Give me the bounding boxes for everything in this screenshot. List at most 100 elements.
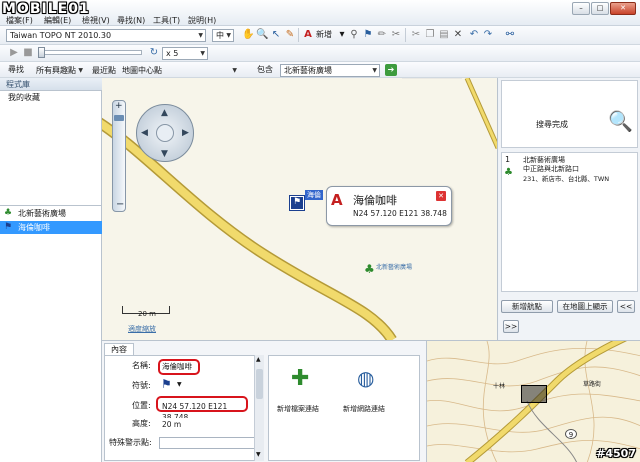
zoom-thumb[interactable] [114, 115, 124, 121]
delete-icon[interactable]: ✕ [452, 29, 464, 41]
height-field[interactable]: 20 m [159, 418, 255, 430]
library-panel: 程式庫 我的收藏 ♣ 北新藝術廣場 ⚑ 海倫咖啡 [0, 78, 102, 462]
playback-slider[interactable] [38, 47, 142, 58]
list-item[interactable]: 1 ♣ 北新藝術廣場 中正路與北新路口 231、新店市、台北縣、TWN [502, 153, 637, 187]
stop-icon[interactable]: ■ [22, 47, 34, 59]
redo-icon[interactable]: ↷ [482, 29, 494, 41]
pan-up-icon[interactable]: ▲ [161, 108, 168, 118]
pan-down-icon[interactable]: ▼ [161, 149, 168, 159]
overview-map[interactable]: 十林 草路街 9 [426, 340, 640, 462]
minimize-icon[interactable]: – [572, 2, 590, 15]
pan-right-icon[interactable]: ▶ [182, 128, 189, 138]
menu-edit[interactable]: 編輯(E) [44, 15, 71, 26]
undo-icon[interactable]: ↶ [468, 29, 480, 41]
speed-select[interactable]: x 5 ▼ [162, 47, 208, 60]
waypoint-icon: A [331, 191, 343, 209]
search-query-input[interactable]: 北新藝術廣場 ▼ [280, 64, 380, 77]
zoom-in-icon[interactable]: + [115, 101, 123, 111]
close-window-icon[interactable]: ✕ [610, 2, 636, 15]
scrollbar-thumb[interactable] [256, 369, 263, 399]
zoom-slider[interactable]: + − [112, 100, 126, 212]
pan-left-icon[interactable]: ◀ [141, 128, 148, 138]
copy-icon[interactable]: ❐ [424, 29, 436, 41]
paste-icon[interactable]: ▤ [438, 29, 450, 41]
track-icon[interactable]: ⚑ [362, 29, 374, 41]
chevron-down-icon: ▼ [232, 67, 237, 74]
chevron-down-icon[interactable]: ▼ [256, 451, 261, 458]
go-arrow-icon[interactable]: ➔ [385, 64, 397, 76]
divider [0, 205, 102, 206]
prev-button[interactable]: << [617, 300, 635, 313]
globe-icon: ◍ [357, 366, 375, 390]
category-select[interactable]: 所有興趣點 ▼ [32, 64, 86, 77]
flag-icon: ⚑ [4, 222, 13, 232]
highlight-box [156, 396, 248, 412]
contains-label: 包含 [257, 65, 273, 74]
search-status-box: 搜尋完成 🔍 [501, 80, 638, 148]
menu-tools[interactable]: 工具(T) [153, 15, 180, 26]
popup-coords: N24 57.120 E121 38.748 [353, 209, 447, 218]
next-button[interactable]: >> [503, 320, 519, 333]
menu-bar: MOBILE01 檔案(F) 編輯(E) 檢視(V) 尋找(N) 工具(T) 說… [0, 0, 640, 26]
position-label: 位置: [132, 401, 151, 410]
chevron-down-icon: ▼ [200, 50, 205, 57]
tools-icon[interactable]: ✂ [390, 29, 402, 41]
fit-zoom-link[interactable]: 適度縮放 [128, 324, 156, 334]
favorites-item[interactable]: 我的收藏 [0, 91, 102, 104]
measure-icon[interactable]: ✎ [284, 29, 296, 41]
menu-help[interactable]: 說明(H) [188, 15, 216, 26]
map-product-select[interactable]: Taiwan TOPO NT 2010.30 ▼ [6, 29, 206, 42]
detail-level-select[interactable]: 中 ▼ [212, 29, 234, 42]
tree-icon[interactable]: ♣ [364, 262, 375, 276]
chevron-up-icon[interactable]: ▲ [256, 356, 261, 363]
maximize-icon[interactable]: □ [591, 2, 609, 15]
show-on-map-button[interactable]: 在地圖上顯示 [557, 300, 613, 313]
playback-toolbar: ▶ ■ ↻ x 5 ▼ [0, 45, 640, 62]
menu-view[interactable]: 檢視(V) [82, 15, 110, 26]
flag-icon[interactable]: ⚑ [161, 377, 172, 391]
chevron-down-icon[interactable]: ▾ [336, 29, 348, 41]
proximity-field[interactable] [159, 437, 255, 449]
map-view[interactable]: + − ▲ ▼ ◀ ▶ ⚑ 海倫 A 海倫咖啡 N24 57.120 E121 … [102, 78, 498, 340]
edit-pencil-icon[interactable]: ✏ [376, 29, 388, 41]
road-number: 9 [565, 429, 577, 439]
pan-center-button[interactable] [156, 124, 174, 142]
height-label: 高度: [132, 419, 151, 428]
add-web-link-button[interactable]: ◍ 新增網路連結 [343, 366, 389, 420]
map-center-select[interactable]: 地圖中心點 ▼ [118, 64, 240, 77]
window-controls: – □ ✕ [571, 2, 636, 15]
close-icon[interactable]: ✕ [436, 191, 446, 201]
scrollbar[interactable]: ▲ ▼ [254, 355, 264, 461]
chevron-down-icon[interactable]: ▼ [177, 381, 182, 388]
proximity-label: 特殊警示點: [109, 438, 152, 447]
waypoint-pin[interactable]: ⚑ [289, 195, 305, 211]
place-label: 草路街 [583, 381, 602, 388]
viewport-rectangle[interactable] [521, 385, 547, 403]
route-icon[interactable]: ⚲ [348, 29, 360, 41]
hand-pan-icon[interactable]: ✋ [242, 29, 254, 41]
menu-file[interactable]: 檔案(F) [6, 15, 33, 26]
select-arrow-icon[interactable]: ↖ [270, 29, 282, 41]
list-item[interactable]: ♣ 北新藝術廣場 [0, 207, 102, 220]
repeat-icon[interactable]: ↻ [148, 47, 160, 59]
zoom-icon[interactable]: 🔍 [256, 29, 268, 41]
list-item[interactable]: ⚑ 海倫咖啡 [0, 221, 102, 234]
menu-find[interactable]: 尋找(N) [117, 15, 145, 26]
binoculars-icon[interactable]: ⚯ [504, 29, 516, 41]
waypoint-popup: A 海倫咖啡 N24 57.120 E121 38.748 ✕ [326, 186, 452, 226]
new-button-label[interactable]: 新增 [316, 29, 332, 41]
cut-icon[interactable]: ✂ [410, 29, 422, 41]
pan-control[interactable]: ▲ ▼ ◀ ▶ [136, 104, 194, 162]
slider-thumb[interactable] [38, 47, 45, 58]
play-icon[interactable]: ▶ [8, 47, 20, 59]
favorites-label: 我的收藏 [8, 93, 40, 102]
library-header: 程式庫 [0, 78, 102, 91]
waypoint-flag-icon[interactable]: A [302, 29, 314, 41]
tab-content[interactable]: 內容 [104, 343, 134, 355]
zoom-out-icon[interactable]: − [116, 199, 124, 210]
highlight-box [158, 359, 200, 375]
near-select[interactable]: 最近點 [88, 64, 118, 77]
add-file-link-button[interactable]: ✚ 新增檔案連結 [277, 366, 323, 420]
chevron-down-icon: ▼ [198, 32, 203, 39]
new-waypoint-button[interactable]: 新增航點 [501, 300, 553, 313]
